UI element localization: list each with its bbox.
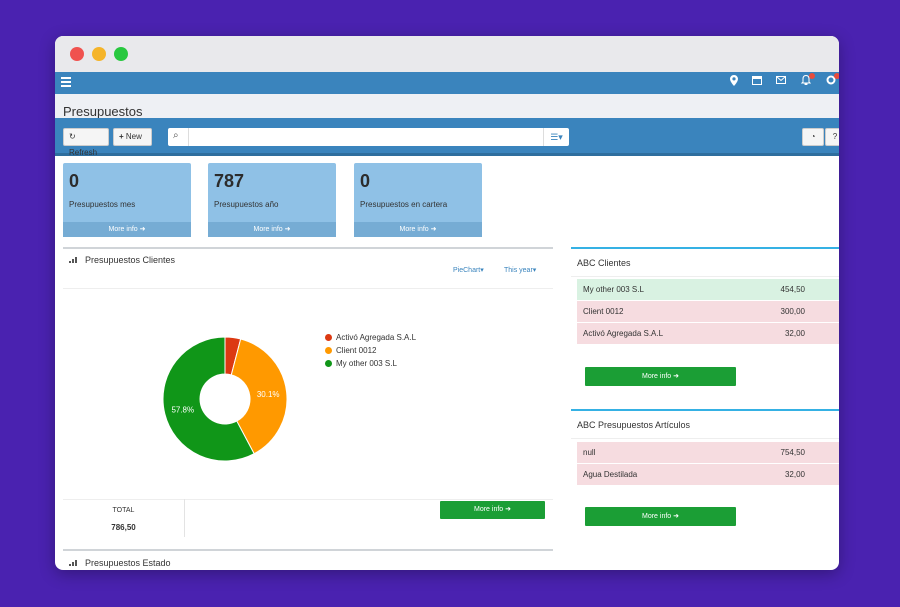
abc-articles-panel: ABC Presupuestos Artículos null 754,50 Ag…	[571, 409, 839, 539]
table-row: Client 0012 300,00	[577, 301, 839, 322]
close-window-button[interactable]	[70, 47, 84, 61]
stat-value: 787	[214, 171, 245, 191]
abc-clients-more-info-button[interactable]: More info ➜	[585, 367, 736, 386]
browser-window: Presupuestos ↻ Refresh + New ⌕ ☰▾ ◔ ? 0 …	[55, 36, 839, 570]
clients-chart-panel: Presupuestos Clientes PieChart▾ This yea…	[63, 247, 553, 537]
chart-view-button[interactable]: ◔	[802, 128, 824, 146]
stat-more-info-link[interactable]: More info ➜	[63, 222, 191, 237]
legend-item: Activó Agregada S.A.L	[325, 333, 416, 342]
abc-clients-panel: ABC Clientes My other 003 S.L 454,50 Clie…	[571, 247, 839, 397]
legend-swatch	[325, 360, 332, 367]
total-summary: TOTAL 786,50	[63, 499, 185, 537]
stat-label: Presupuestos mes	[69, 200, 136, 209]
legend-swatch	[325, 347, 332, 354]
bell-icon[interactable]	[800, 73, 815, 90]
stat-more-info-link[interactable]: More info ➜	[208, 222, 336, 237]
stat-card-month: 0 Presupuestos mes More info ➜	[63, 163, 191, 237]
signal-icon	[69, 558, 79, 568]
mail-icon[interactable]	[776, 75, 786, 89]
action-toolbar: ↻ Refresh + New ⌕ ☰▾ ◔ ?	[55, 118, 839, 157]
stat-value: 0	[69, 171, 80, 191]
plus-icon: +	[119, 132, 124, 141]
abc-articles-more-info-button[interactable]: More info ➜	[585, 507, 736, 526]
top-navbar	[55, 72, 839, 94]
new-button[interactable]: + New	[113, 128, 152, 146]
panel-title: Presupuestos Clientes	[69, 255, 175, 265]
period-dropdown[interactable]: This year▾	[504, 266, 536, 274]
calendar-icon[interactable]	[752, 75, 762, 90]
table-row: Agua Destilada 32,00	[577, 464, 839, 485]
page-title: Presupuestos	[63, 104, 143, 119]
bell-badge	[809, 73, 815, 79]
refresh-button[interactable]: ↻ Refresh	[63, 128, 109, 157]
help-icon: ?	[832, 132, 838, 141]
stat-card-year: 787 Presupuestos año More info ➜	[208, 163, 336, 237]
total-label: TOTAL	[112, 507, 135, 514]
table-row: Activó Agregada S.A.L 32,00	[577, 323, 839, 344]
panel-title: ABC Clientes	[577, 258, 631, 268]
signal-icon	[69, 255, 79, 265]
maximize-window-button[interactable]	[114, 47, 128, 61]
stat-value: 0	[360, 171, 371, 191]
pie-data-label: 57.8%	[171, 406, 194, 415]
table-row: My other 003 S.L 454,50	[577, 279, 839, 300]
stat-label: Presupuestos en cartera	[360, 200, 448, 209]
window-titlebar	[55, 36, 839, 72]
legend-item: My other 003 S.L	[325, 359, 397, 368]
stat-card-portfolio: 0 Presupuestos en cartera More info ➜	[354, 163, 482, 237]
stat-more-info-link[interactable]: More info ➜	[354, 222, 482, 237]
settings-badge	[834, 73, 839, 79]
stat-label: Presupuestos año	[214, 200, 279, 209]
page-header: Presupuestos	[55, 94, 839, 119]
panel-title: Presupuestos Estado	[69, 558, 171, 568]
help-button[interactable]: ?	[825, 128, 839, 146]
search-icon[interactable]: ⌕	[173, 130, 179, 141]
panel-title: ABC Presupuestos Artículos	[577, 420, 691, 430]
clients-more-info-button[interactable]: More info ➜	[440, 501, 545, 519]
pie-chart: 30.1% 57.8%	[162, 336, 288, 462]
search-bar: ⌕ ☰▾	[168, 128, 569, 146]
legend-item: Client 0012	[325, 346, 376, 355]
pie-data-label: 30.1%	[257, 390, 280, 399]
table-row: null 754,50	[577, 442, 839, 463]
pie-icon: ◔	[810, 132, 816, 141]
refresh-icon: ↻	[69, 132, 76, 141]
location-icon[interactable]	[730, 75, 738, 91]
settings-icon[interactable]	[826, 73, 839, 90]
list-icon[interactable]: ☰▾	[543, 128, 569, 146]
estado-panel: Presupuestos Estado	[63, 549, 553, 570]
chart-type-dropdown[interactable]: PieChart▾	[453, 266, 484, 274]
total-value: 786,50	[111, 523, 136, 532]
menu-icon[interactable]	[61, 77, 71, 87]
legend-swatch	[325, 334, 332, 341]
minimize-window-button[interactable]	[92, 47, 106, 61]
